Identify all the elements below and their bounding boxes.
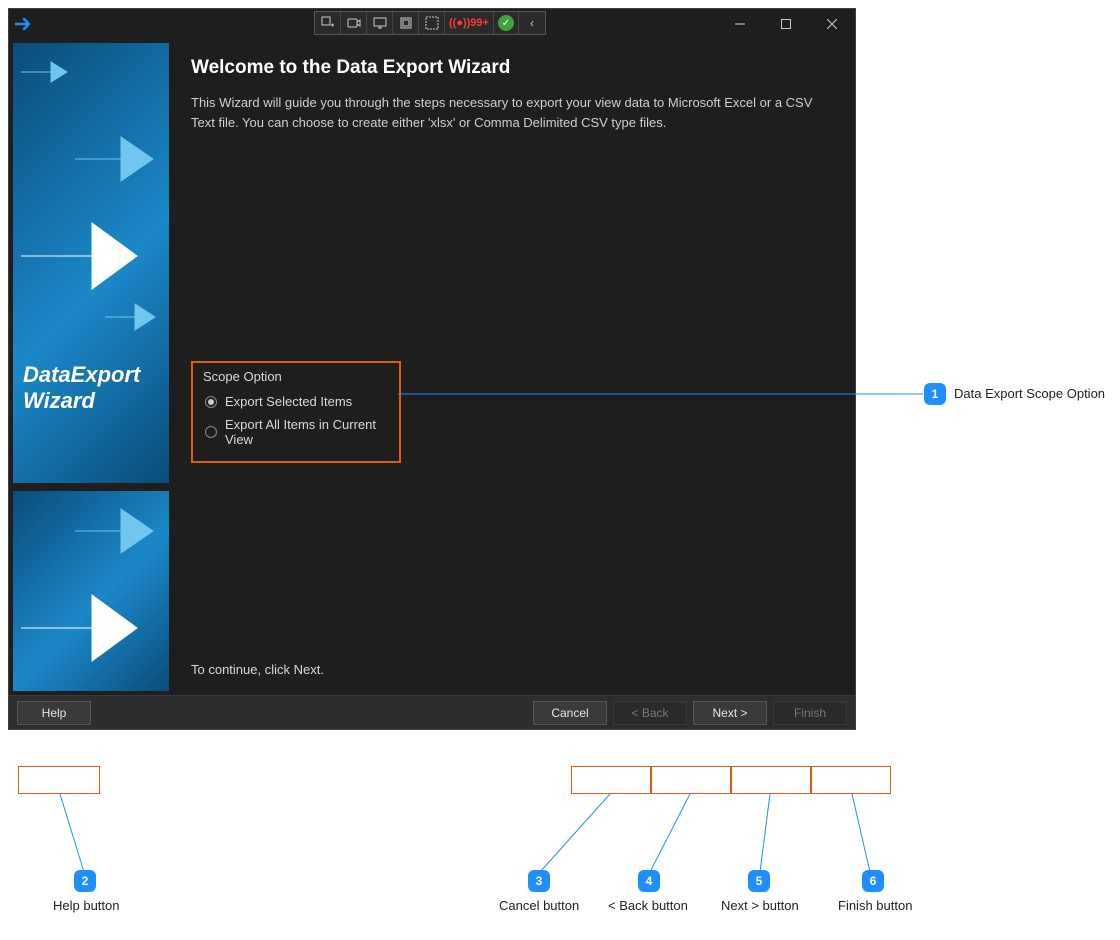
decor-arrow-icon bbox=[73, 129, 169, 189]
callout-2-label: Help button bbox=[53, 898, 120, 913]
sidebar-title: DataExport Wizard bbox=[23, 362, 140, 413]
window-controls bbox=[717, 9, 855, 39]
toolbar-record-icon[interactable] bbox=[341, 12, 367, 34]
titlebar: ((●))99+ ✓ ‹ bbox=[9, 9, 855, 39]
toolbar-add-icon[interactable] bbox=[315, 12, 341, 34]
callout-leader-line bbox=[756, 794, 786, 874]
scope-option-group: Scope Option Export Selected Items Expor… bbox=[191, 361, 401, 463]
callout-5-label: Next > button bbox=[721, 898, 799, 913]
callout-box-help bbox=[18, 766, 100, 794]
callout-2-num: 2 bbox=[74, 870, 96, 892]
sidebar-banner-bottom bbox=[13, 491, 169, 691]
toolbar-screen-cursor-icon[interactable] bbox=[367, 12, 393, 34]
toolbar-window-icon[interactable] bbox=[393, 12, 419, 34]
decor-arrow-icon bbox=[19, 57, 79, 87]
status-ok-icon[interactable]: ✓ bbox=[493, 12, 519, 34]
radio-icon bbox=[205, 426, 217, 438]
content-row: DataExport Wizard Welcome to the Data Ex… bbox=[9, 39, 855, 695]
decor-arrow-icon bbox=[103, 299, 169, 335]
decor-arrow-icon bbox=[17, 211, 167, 301]
titlebar-toolbar: ((●))99+ ✓ ‹ bbox=[314, 11, 546, 35]
button-bar: Help Cancel < Back Next > Finish bbox=[9, 695, 855, 729]
radio-export-all[interactable]: Export All Items in Current View bbox=[203, 413, 389, 451]
callout-box-next bbox=[731, 766, 811, 794]
decor-arrow-icon bbox=[17, 583, 167, 673]
next-button[interactable]: Next > bbox=[693, 701, 767, 725]
wizard-window: ((●))99+ ✓ ‹ bbox=[8, 8, 856, 730]
minimize-button[interactable] bbox=[717, 9, 763, 39]
callout-box-back bbox=[651, 766, 731, 794]
callout-leader-line bbox=[56, 794, 96, 874]
notification-badge[interactable]: ((●))99+ bbox=[445, 17, 493, 29]
callout-6-label: Finish button bbox=[838, 898, 912, 913]
sidebar-title-line2: Wizard bbox=[23, 388, 140, 413]
sidebar-banner-top: DataExport Wizard bbox=[13, 43, 169, 483]
callout-box-finish bbox=[811, 766, 891, 794]
radio-label: Export All Items in Current View bbox=[225, 417, 387, 447]
callout-leader-line bbox=[534, 794, 614, 874]
callout-3-num: 3 bbox=[528, 870, 550, 892]
main-pane: Welcome to the Data Export Wizard This W… bbox=[169, 39, 855, 695]
sidebar-title-line1: DataExport bbox=[23, 362, 140, 387]
finish-button[interactable]: Finish bbox=[773, 701, 847, 725]
toolbar-chevron-left-icon[interactable]: ‹ bbox=[519, 12, 545, 34]
radio-export-selected[interactable]: Export Selected Items bbox=[203, 390, 389, 413]
wizard-description: This Wizard will guide you through the s… bbox=[191, 93, 831, 132]
app-arrow-icon bbox=[9, 9, 39, 39]
callout-4-label: < Back button bbox=[608, 898, 688, 913]
toolbar-region-icon[interactable] bbox=[419, 12, 445, 34]
callout-3-label: Cancel button bbox=[499, 898, 579, 913]
close-button[interactable] bbox=[809, 9, 855, 39]
callout-1-num: 1 bbox=[924, 383, 946, 405]
callout-leader-line bbox=[646, 794, 696, 874]
callout-6-num: 6 bbox=[862, 870, 884, 892]
callout-4-num: 4 bbox=[638, 870, 660, 892]
sidebar: DataExport Wizard bbox=[9, 39, 169, 695]
back-button[interactable]: < Back bbox=[613, 701, 687, 725]
cancel-button[interactable]: Cancel bbox=[533, 701, 607, 725]
radio-label: Export Selected Items bbox=[225, 394, 352, 409]
maximize-button[interactable] bbox=[763, 9, 809, 39]
decor-arrow-icon bbox=[73, 501, 169, 561]
callout-box-cancel bbox=[571, 766, 651, 794]
notification-count: 99+ bbox=[470, 17, 489, 29]
radio-icon bbox=[205, 396, 217, 408]
callout-1-label: Data Export Scope Option bbox=[954, 386, 1105, 401]
help-button[interactable]: Help bbox=[17, 701, 91, 725]
scope-legend: Scope Option bbox=[203, 369, 389, 384]
wizard-heading: Welcome to the Data Export Wizard bbox=[191, 57, 833, 79]
continue-hint: To continue, click Next. bbox=[191, 662, 324, 677]
callout-leader-line bbox=[850, 794, 880, 874]
callout-5-num: 5 bbox=[748, 870, 770, 892]
